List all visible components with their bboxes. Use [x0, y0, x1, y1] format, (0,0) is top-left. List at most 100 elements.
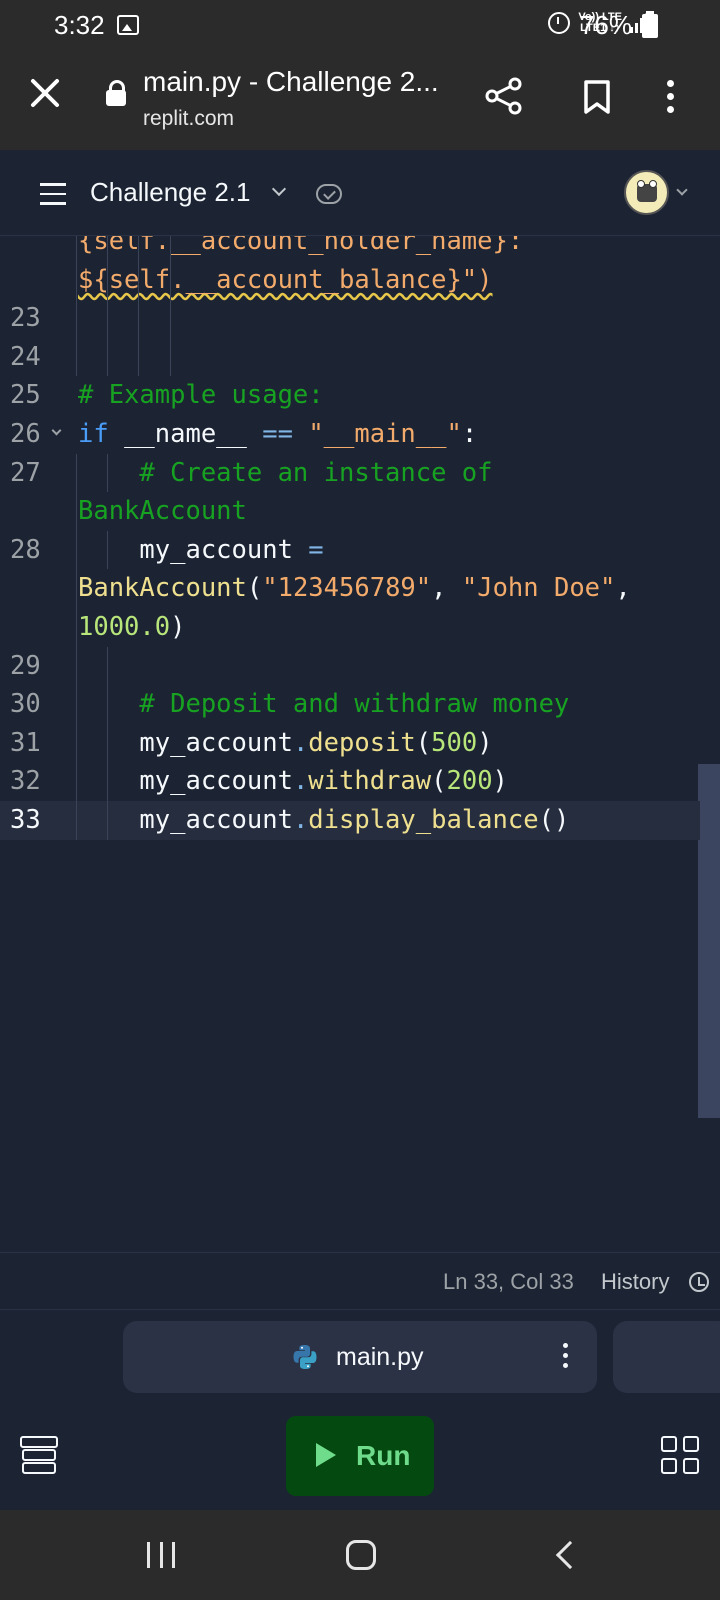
app-header: Challenge 2.1 — [0, 150, 720, 236]
indent-guide — [107, 646, 108, 840]
code-line[interactable]: 30 # Deposit and withdraw money — [0, 685, 700, 724]
layers-icon[interactable] — [20, 1436, 58, 1474]
cursor-position: Ln 33, Col 33 — [443, 1269, 574, 1294]
code-line[interactable]: 23 — [0, 299, 700, 338]
menu-icon[interactable] — [40, 183, 66, 212]
recents-icon[interactable] — [147, 1542, 175, 1568]
code-line[interactable]: 28 my_account = — [0, 531, 700, 570]
code-token: {self.__account_holder_name}: — [78, 236, 524, 256]
run-button[interactable]: Run — [286, 1416, 434, 1496]
code-token: = — [308, 534, 324, 565]
indent-guide — [170, 236, 171, 377]
code-token: BankAccount — [78, 496, 247, 527]
line-number: 26 — [10, 419, 41, 449]
code-token: my_account — [78, 534, 309, 565]
code-line[interactable]: 27 # Create an instance of — [0, 454, 700, 493]
python-icon — [293, 1345, 317, 1369]
code-token: . — [292, 805, 309, 835]
indent-guide — [76, 453, 77, 840]
line-number: 33 — [10, 805, 41, 835]
code-token: ( — [415, 727, 432, 758]
indent-guide — [138, 236, 139, 377]
history-button[interactable]: History — [601, 1269, 669, 1295]
page-title[interactable]: main.py - Challenge 2... — [143, 66, 439, 98]
code-line[interactable]: 32 my_account.withdraw(200) — [0, 762, 700, 801]
code-text: 1000.0) — [78, 608, 185, 647]
code-line[interactable]: 31 my_account.deposit(500) — [0, 724, 700, 763]
share-icon[interactable] — [484, 76, 524, 116]
file-tab-partial[interactable] — [613, 1321, 720, 1393]
code-line[interactable]: 33 my_account.display_balance() — [0, 801, 700, 840]
home-icon[interactable] — [346, 1540, 376, 1570]
code-text: my_account.withdraw(200) — [78, 762, 508, 801]
lock-icon — [106, 80, 126, 106]
code-token: ) — [170, 612, 186, 642]
more-options-icon[interactable] — [665, 80, 675, 114]
code-token: __name__ — [108, 419, 263, 449]
image-notification-icon — [117, 15, 139, 35]
repl-name[interactable]: Challenge 2.1 — [90, 177, 250, 208]
back-icon[interactable] — [555, 1540, 585, 1570]
code-line[interactable]: ${self.__account_balance}") — [0, 261, 700, 300]
code-line[interactable]: {self.__account_holder_name}: — [0, 236, 700, 261]
code-token: == — [262, 419, 293, 449]
code-token: 1000.0 — [78, 612, 171, 642]
account-chevron-icon[interactable] — [676, 184, 688, 196]
code-token: ${self.__account_balance}") — [78, 264, 493, 295]
code-token: : — [461, 419, 478, 449]
chevron-down-icon[interactable] — [271, 181, 287, 197]
code-token: # Example usage: — [78, 380, 324, 411]
code-line[interactable]: 24 — [0, 338, 700, 377]
code-token: # Create an instance of — [78, 457, 493, 488]
battery-icon — [642, 11, 658, 38]
run-label: Run — [356, 1440, 411, 1471]
line-number: 24 — [10, 341, 41, 372]
code-token: "123456789" — [262, 573, 432, 604]
code-text: my_account.deposit(500) — [78, 724, 492, 763]
code-text: # Create an instance of — [78, 454, 493, 493]
browser-bar: main.py - Challenge 2... replit.com — [0, 52, 720, 150]
indent-guide — [107, 530, 108, 570]
avatar[interactable] — [624, 170, 669, 215]
code-line[interactable]: BankAccount — [0, 492, 700, 531]
code-token: , — [431, 573, 462, 604]
status-time: 3:32 — [54, 10, 105, 40]
bookmark-icon[interactable] — [583, 80, 611, 114]
close-tab-icon[interactable] — [28, 76, 62, 110]
history-icon[interactable] — [689, 1272, 709, 1292]
indent-guide — [107, 236, 108, 377]
code-token: 500 — [431, 727, 478, 758]
code-token: ( — [431, 766, 447, 797]
code-line[interactable]: 1000.0) — [0, 608, 700, 647]
page-url[interactable]: replit.com — [143, 107, 234, 131]
play-icon — [316, 1443, 336, 1467]
scrollbar[interactable] — [698, 764, 720, 1118]
code-text: BankAccount("123456789", "John Doe", — [78, 569, 631, 608]
code-line[interactable]: 29 — [0, 647, 700, 686]
line-number: 25 — [10, 380, 41, 411]
code-token: ) — [492, 766, 508, 797]
code-text: # Example usage: — [78, 376, 324, 415]
code-token: () — [538, 805, 570, 835]
tools-grid-icon[interactable] — [661, 1436, 701, 1476]
code-token: my_account — [78, 805, 293, 835]
bottom-toolbar: Run — [0, 1402, 720, 1510]
code-line[interactable]: 26 if __name__ == "__main__": — [0, 415, 700, 454]
indent-guide — [76, 236, 77, 377]
code-text: ${self.__account_balance}") — [78, 261, 493, 300]
code-token: deposit — [308, 727, 416, 758]
battery-percentage: 76% — [579, 10, 632, 40]
line-number: 31 — [10, 727, 41, 758]
code-token: ( — [246, 573, 263, 604]
status-bar: 3:32 Vo)) LTE LTE1 ↓↑ 76% — [0, 0, 720, 52]
fold-chevron-icon[interactable] — [51, 425, 62, 436]
code-line[interactable]: 25 # Example usage: — [0, 376, 700, 415]
line-number: 23 — [10, 303, 41, 334]
code-text: {self.__account_holder_name}: — [78, 236, 523, 261]
code-line[interactable]: BankAccount("123456789", "John Doe", — [0, 569, 700, 608]
code-token: . — [292, 727, 309, 758]
file-tab-main-py[interactable]: main.py — [123, 1321, 597, 1393]
line-number: 30 — [10, 689, 41, 720]
tab-more-icon[interactable] — [563, 1343, 569, 1373]
code-editor[interactable]: {self.__account_holder_name}: ${self.__ac… — [0, 236, 720, 1252]
